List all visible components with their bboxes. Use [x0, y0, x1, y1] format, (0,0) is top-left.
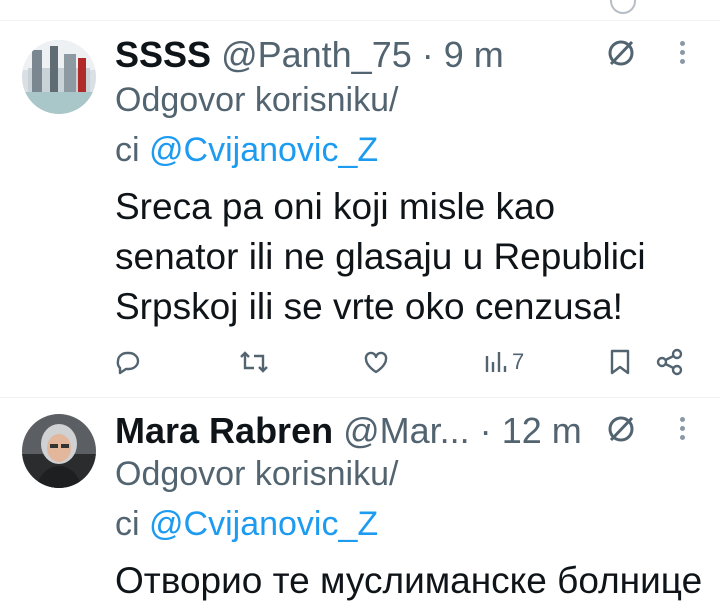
user-handle[interactable]: @Panth_75	[221, 34, 412, 75]
avatar[interactable]	[22, 40, 96, 114]
previous-tweet-edge	[0, 0, 720, 20]
tweet-text-line: Отворио те муслиманске болнице	[115, 560, 703, 601]
user-handle[interactable]: @Mar...	[343, 410, 470, 451]
views-icon[interactable]	[484, 348, 510, 378]
more-options-icon[interactable]	[676, 414, 688, 446]
tweet-text-line: Srpskoj ili se vrte oko cenzusa!	[115, 286, 623, 327]
views-count: 7	[512, 349, 525, 374]
reply-prefix: Odgovor korisniku/	[115, 455, 399, 493]
bookmark-icon[interactable]	[608, 348, 632, 378]
tweet[interactable]: Mara Rabren @Mar... · 12 m Odgovor koris…	[0, 406, 720, 601]
like-icon[interactable]	[362, 348, 390, 378]
grok-icon[interactable]	[610, 0, 636, 14]
reply-context: Odgovor korisniku/	[115, 452, 398, 496]
reply-context: Odgovor korisniku/	[115, 78, 398, 122]
display-name[interactable]: SSSS	[115, 34, 211, 75]
grok-icon[interactable]	[606, 38, 636, 68]
reply-icon[interactable]	[114, 348, 142, 378]
retweet-icon[interactable]	[238, 348, 270, 378]
reply-prefix-2: ci	[115, 505, 140, 543]
reply-mention-link[interactable]: @Cvijanovic_Z	[149, 131, 378, 169]
separator-dot: ·	[421, 34, 434, 75]
tweet-text: Sreca pa oni koji misle kao senator ili …	[115, 182, 705, 332]
display-name[interactable]: Mara Rabren	[115, 410, 333, 451]
grok-icon[interactable]	[606, 414, 636, 444]
tweet-text-line: Sreca pa oni koji misle kao	[115, 186, 556, 227]
tweet-header: SSSS @Panth_75 · 9 m	[115, 32, 504, 78]
tweet-actions: 7	[0, 348, 720, 382]
tweet[interactable]: SSSS @Panth_75 · 9 m Odgovor korisniku/ …	[0, 30, 720, 396]
tweet-header: Mara Rabren @Mar... · 12 m	[115, 408, 582, 454]
more-options-icon[interactable]	[676, 38, 688, 70]
reply-prefix: Odgovor korisniku/	[115, 81, 399, 119]
reply-mention-link[interactable]: @Cvijanovic_Z	[149, 505, 378, 543]
reply-context-line2: ci @Cvijanovic_Z	[115, 128, 378, 172]
tweet-text: Отворио те муслиманске болнице	[115, 556, 705, 606]
avatar[interactable]	[22, 414, 96, 488]
divider	[0, 397, 720, 398]
share-icon[interactable]	[656, 348, 684, 378]
reply-context-line2: ci @Cvijanovic_Z	[115, 502, 378, 546]
tweet-text-line: senator ili ne glasaju u Republici	[115, 236, 646, 277]
timestamp[interactable]: 9 m	[444, 34, 504, 75]
divider	[0, 20, 720, 21]
timestamp[interactable]: 12 m	[502, 410, 582, 451]
separator-dot: ·	[479, 410, 492, 451]
reply-prefix-2: ci	[115, 131, 140, 169]
